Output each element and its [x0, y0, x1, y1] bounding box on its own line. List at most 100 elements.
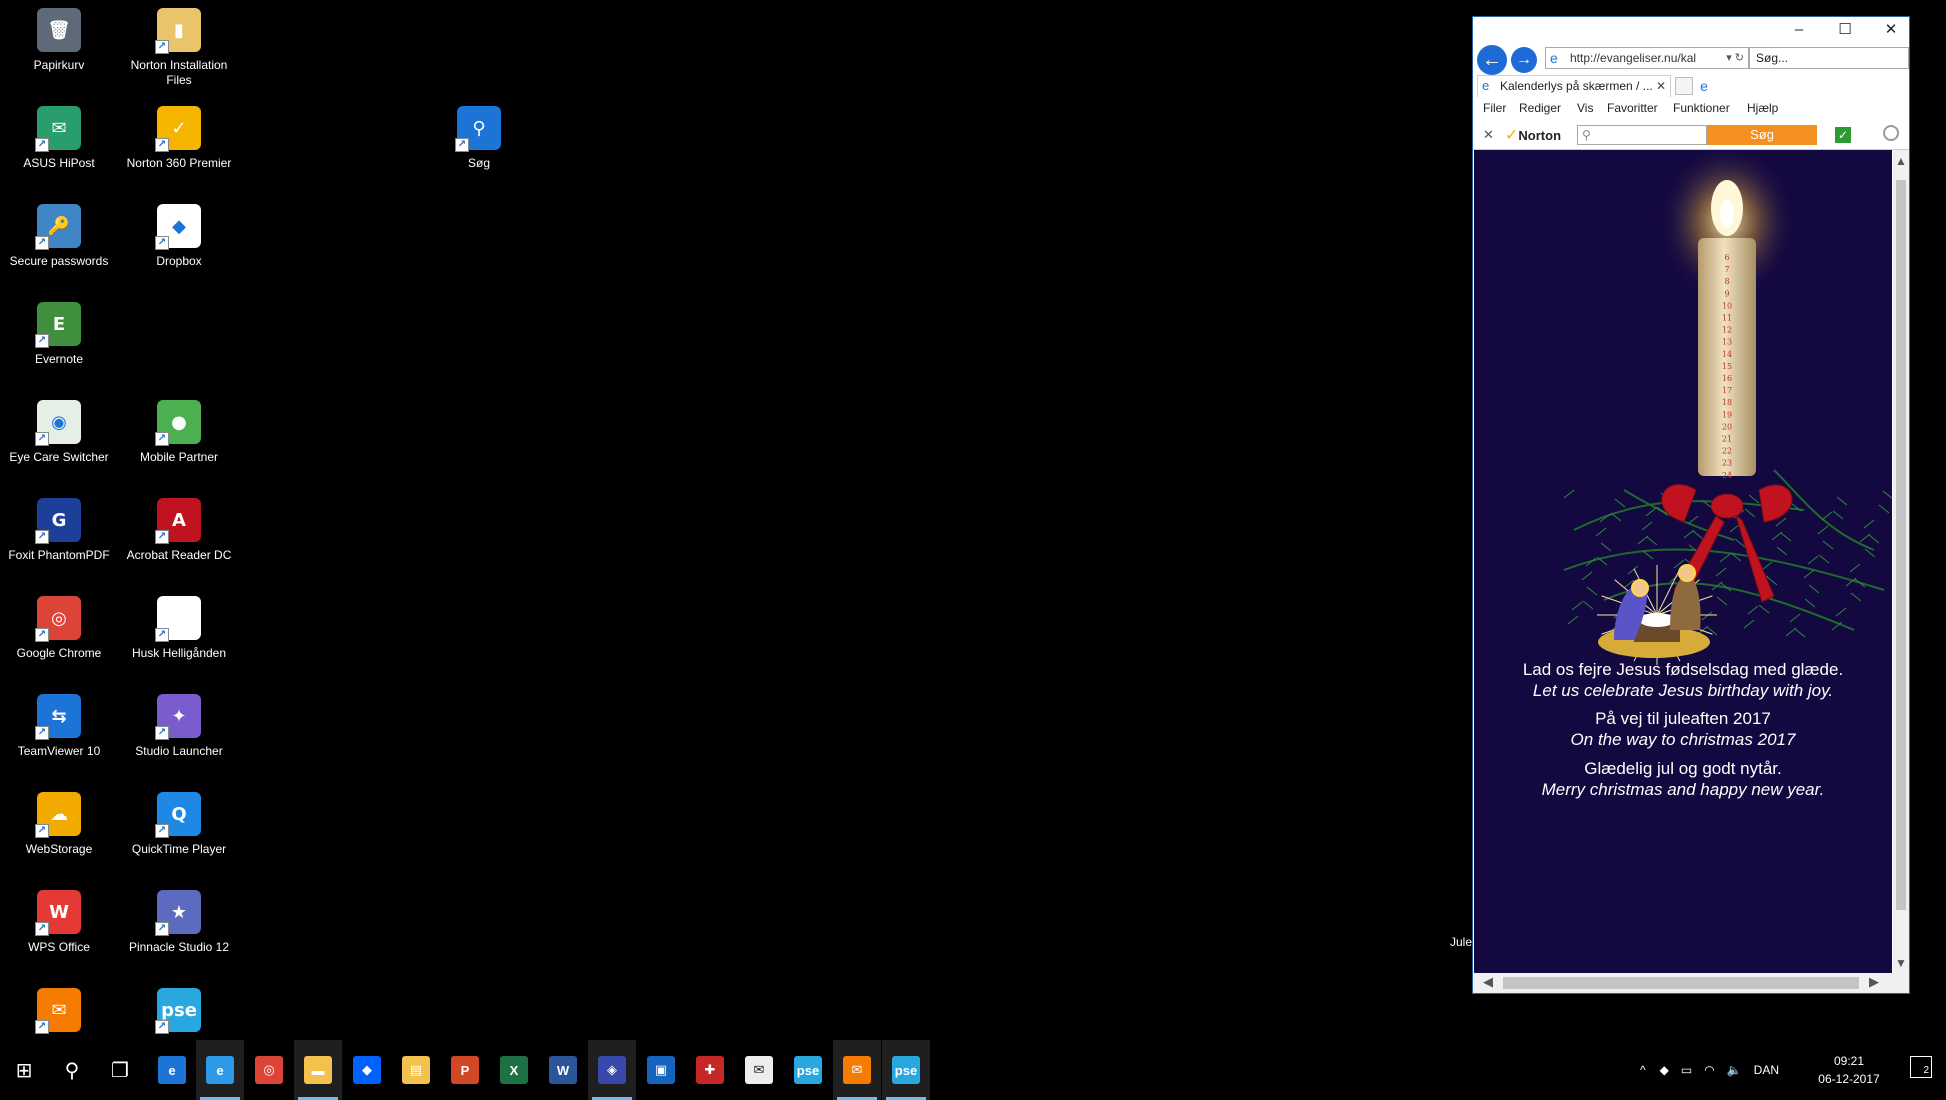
- safe-check-icon[interactable]: ✓: [1835, 127, 1851, 143]
- pine-needle: [1646, 536, 1658, 546]
- maximize-button[interactable]: ☐: [1831, 21, 1859, 39]
- desktop-icon-teamviewer[interactable]: ⇆ ↗ TeamViewer 10: [0, 694, 118, 759]
- desktop-icon-key[interactable]: 🔑 ↗ Secure passwords: [0, 204, 118, 269]
- desktop-icon-eye[interactable]: ◉ ↗ Eye Care Switcher: [0, 400, 118, 465]
- file-explorer-button[interactable]: ▬: [294, 1040, 342, 1100]
- pine-needle: [1821, 511, 1833, 521]
- action-center-icon[interactable]: 2: [1910, 1056, 1932, 1078]
- start-button[interactable]: ⊞: [0, 1040, 48, 1100]
- desktop-icon-wps[interactable]: W ↗ WPS Office: [0, 890, 118, 955]
- show-hidden-icons-icon[interactable]: ^: [1640, 1063, 1646, 1077]
- settings-icon[interactable]: [1883, 125, 1899, 141]
- evernote-icon: E ↗: [35, 302, 81, 348]
- new-tab-button[interactable]: [1675, 77, 1693, 95]
- scroll-down-icon[interactable]: ▼: [1893, 952, 1909, 974]
- vertical-scrollbar[interactable]: ▲ ▼: [1893, 150, 1909, 974]
- close-toolbar-icon[interactable]: ✕: [1483, 127, 1494, 143]
- close-button[interactable]: ✕: [1877, 21, 1905, 39]
- start-icon: ⊞: [15, 1059, 33, 1082]
- browser-search-box[interactable]: Søg...: [1749, 47, 1909, 69]
- refresh-icon[interactable]: ▾ ↻: [1724, 48, 1744, 68]
- word-button[interactable]: W: [539, 1040, 587, 1100]
- desktop-icon-evernote[interactable]: E ↗ Evernote: [0, 302, 118, 367]
- menu-item-vis[interactable]: Vis: [1577, 101, 1593, 115]
- desktop-icon-studio-launcher[interactable]: ✦ ↗ Studio Launcher: [120, 694, 238, 759]
- mobile-partner-icon: ● ↗: [155, 400, 201, 446]
- menu-item-rediger[interactable]: Rediger: [1519, 101, 1561, 115]
- scroll-up-icon[interactable]: ▲: [1893, 150, 1909, 172]
- word-icon: W: [549, 1056, 577, 1084]
- pine-needle: [1822, 540, 1834, 550]
- wifi-icon[interactable]: ◠: [1704, 1063, 1714, 1077]
- desktop-icon-dropbox[interactable]: ◆ ↗ Dropbox: [120, 204, 238, 269]
- battery-icon[interactable]: ▭: [1681, 1063, 1692, 1077]
- menu-item-favoritter[interactable]: Favoritter: [1607, 101, 1658, 115]
- desktop-icon-chrome[interactable]: ◎ ↗ Google Chrome: [0, 596, 118, 661]
- dropbox-button[interactable]: ◆: [343, 1040, 391, 1100]
- horizontal-scrollbar[interactable]: ◀ ▶: [1473, 973, 1909, 993]
- desktop-icon-label: Norton Installation Files: [130, 58, 228, 87]
- candle-day-number: 21: [1722, 435, 1732, 444]
- minimize-button[interactable]: –: [1785, 21, 1813, 39]
- search-button[interactable]: ⚲: [48, 1040, 96, 1100]
- incredimail-button[interactable]: ✉: [833, 1040, 881, 1100]
- desktop-icon-blank-document[interactable]: ↗ Husk Helligånden: [120, 596, 238, 661]
- store-button[interactable]: ▣: [637, 1040, 685, 1100]
- pine-needle: [1850, 592, 1862, 602]
- volume-icon[interactable]: 🔈: [1727, 1063, 1742, 1077]
- desktop-icon-quicktime[interactable]: Q ↗ QuickTime Player: [120, 792, 238, 857]
- desktop-icon-search[interactable]: ⚲ ↗ Søg: [420, 106, 538, 171]
- desktop-icon-foxit[interactable]: G ↗ Foxit PhantomPDF: [0, 498, 118, 563]
- language-indicator[interactable]: DAN: [1754, 1063, 1779, 1077]
- powerpoint-button[interactable]: P: [441, 1040, 489, 1100]
- norton-search-button[interactable]: Søg: [1707, 125, 1817, 145]
- desktop-icon-label: QuickTime Player: [131, 842, 227, 856]
- title-bar[interactable]: – ☐ ✕: [1473, 17, 1909, 43]
- desktop-icon-label-partial[interactable]: Jule: [1450, 935, 1472, 949]
- desktop-icon-norton[interactable]: ✓ ↗ Norton 360 Premier: [120, 106, 238, 171]
- horizontal-scroll-thumb[interactable]: [1503, 977, 1859, 989]
- desktop-icon-folder[interactable]: ▮ ↗ Norton Installation Files: [120, 8, 238, 88]
- browser-tab[interactable]: e Kalenderlys på skærmen / ... ✕: [1477, 75, 1671, 97]
- app-button[interactable]: ◈: [588, 1040, 636, 1100]
- candle-day-number: 20: [1722, 422, 1732, 431]
- pine-needle: [1878, 504, 1890, 514]
- clock[interactable]: 09:21 06-12-2017: [1814, 1052, 1884, 1088]
- desktop-icon-label: Google Chrome: [16, 646, 102, 660]
- forward-button[interactable]: →: [1511, 47, 1537, 73]
- sticky-notes-button[interactable]: ▤: [392, 1040, 440, 1100]
- dropbox-tray-icon[interactable]: ◆: [1660, 1063, 1669, 1077]
- address-bar[interactable]: e http://evangeliser.nu/kal ▾ ↻: [1545, 47, 1749, 69]
- desktop-icon-asus-hipost[interactable]: ✉ ↗ ASUS HiPost: [0, 106, 118, 171]
- desktop-icon-label: Secure passwords: [9, 254, 109, 268]
- system-tray: ^ ◆ ▭ ◠ 🔈 DAN: [1640, 1040, 1779, 1100]
- menu-item-filer[interactable]: Filer: [1483, 101, 1506, 115]
- photoshop-elements-2-button[interactable]: pse: [882, 1040, 930, 1100]
- message-2: På vej til juleaften 2017 On the way to …: [1474, 708, 1892, 750]
- pine-needle: [1836, 496, 1848, 506]
- desktop-icon-mobile-partner[interactable]: ● ↗ Mobile Partner: [120, 400, 238, 465]
- internet-explorer-button[interactable]: e: [196, 1040, 244, 1100]
- gift-button[interactable]: ✚: [686, 1040, 734, 1100]
- menu-item-hjælp[interactable]: Hjælp: [1747, 101, 1778, 115]
- edge-button[interactable]: e: [148, 1040, 196, 1100]
- scroll-right-icon[interactable]: ▶: [1869, 974, 1879, 990]
- desktop-icon-acrobat[interactable]: A ↗ Acrobat Reader DC: [120, 498, 238, 563]
- desktop-icon-pinnacle[interactable]: ★ ↗ Pinnacle Studio 12: [120, 890, 238, 955]
- desktop-icon-recycle-bin[interactable]: 🗑 Papirkurv: [0, 8, 118, 73]
- pine-needle: [1804, 598, 1816, 608]
- excel-button[interactable]: X: [490, 1040, 538, 1100]
- back-button[interactable]: ←: [1477, 45, 1507, 75]
- photoshop-elements-button[interactable]: pse: [784, 1040, 832, 1100]
- tab-close-icon[interactable]: ✕: [1656, 76, 1666, 96]
- desktop-icon-webstorage[interactable]: ☁ ↗ WebStorage: [0, 792, 118, 857]
- scroll-left-icon[interactable]: ◀: [1483, 974, 1493, 990]
- menu-item-funktioner[interactable]: Funktioner: [1673, 101, 1730, 115]
- norton-search-input[interactable]: ⚲: [1577, 125, 1707, 145]
- message-2-english: On the way to christmas 2017: [1570, 730, 1796, 749]
- task-view-button[interactable]: ❐: [96, 1040, 144, 1100]
- chrome-button[interactable]: ◎: [245, 1040, 293, 1100]
- mail-button[interactable]: ✉: [735, 1040, 783, 1100]
- vertical-scroll-thumb[interactable]: [1896, 180, 1906, 910]
- ie-quick-tab-icon[interactable]: e: [1695, 77, 1713, 95]
